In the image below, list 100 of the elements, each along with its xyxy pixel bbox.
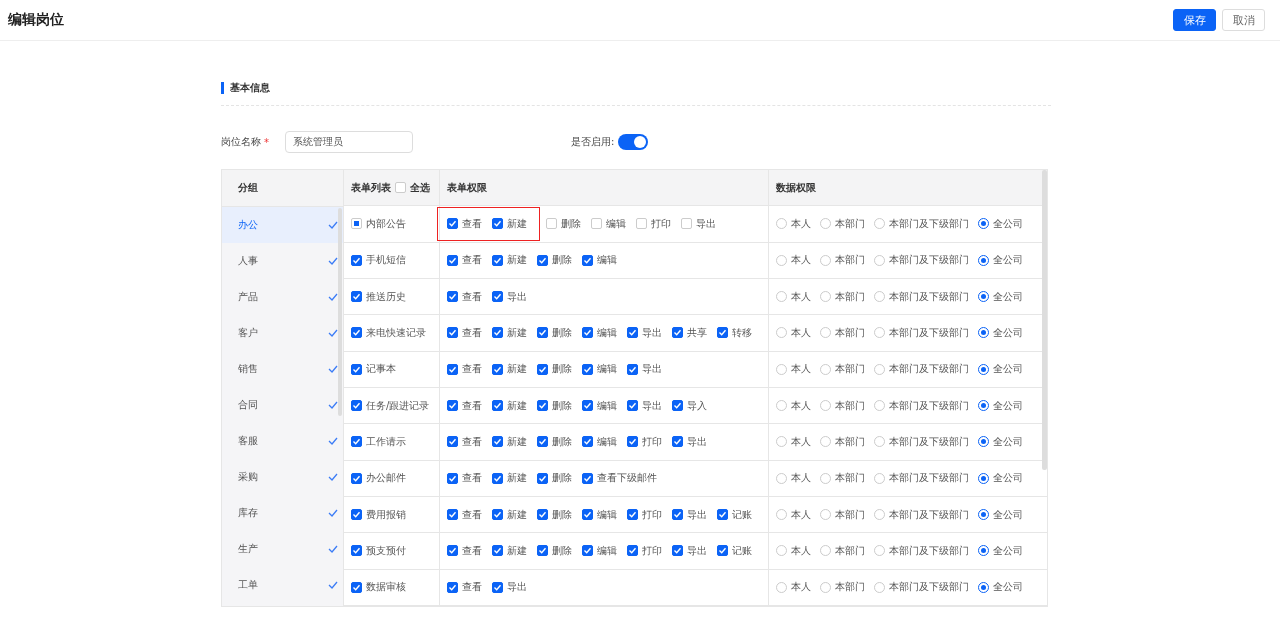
checkbox-label: 导出: [687, 507, 707, 522]
checkbox[interactable]: [537, 327, 548, 339]
checkbox[interactable]: [627, 363, 638, 375]
checkbox[interactable]: [351, 472, 362, 484]
checkbox[interactable]: [492, 291, 503, 303]
checkbox[interactable]: [447, 254, 458, 266]
checkbox[interactable]: [627, 545, 638, 557]
checkbox[interactable]: [351, 400, 362, 412]
checkbox[interactable]: [351, 327, 362, 339]
checkbox-label: 导出: [696, 217, 716, 231]
checkbox[interactable]: [672, 436, 683, 448]
checkbox-label: 删除: [552, 507, 572, 522]
checkbox[interactable]: [351, 509, 362, 521]
checkbox[interactable]: [537, 472, 548, 484]
checkbox[interactable]: [537, 509, 548, 521]
checkbox[interactable]: [447, 545, 458, 557]
checkbox[interactable]: [447, 509, 458, 521]
checkbox-label: 编辑: [597, 325, 617, 340]
checkbox[interactable]: [492, 581, 503, 593]
radio-label: 本部门及下级部门: [889, 325, 969, 340]
checkbox[interactable]: [492, 254, 503, 266]
checkbox[interactable]: [627, 327, 638, 339]
checkbox[interactable]: [447, 400, 458, 412]
checkbox[interactable]: [582, 436, 593, 448]
checkbox[interactable]: [492, 363, 503, 375]
required-mark: *: [264, 136, 269, 148]
checkbox-label: 导出: [642, 398, 662, 413]
radio-label: 本人: [791, 398, 811, 413]
checkbox[interactable]: [447, 581, 458, 593]
checkbox[interactable]: [492, 327, 503, 339]
group-item[interactable]: 采购: [222, 459, 343, 495]
radio-label: 本部门及下级部门: [889, 253, 969, 268]
group-item[interactable]: 产品: [222, 279, 343, 315]
checkbox[interactable]: [447, 363, 458, 375]
checkbox[interactable]: [537, 254, 548, 266]
checkbox[interactable]: [537, 545, 548, 557]
radio-label: 本部门: [835, 507, 865, 522]
radio-label: 本部门及下级部门: [889, 543, 969, 558]
checkbox[interactable]: [582, 545, 593, 557]
checkbox-label: 打印: [642, 434, 662, 449]
checkbox[interactable]: [492, 472, 503, 484]
checkbox[interactable]: [582, 327, 593, 339]
group-item[interactable]: 工单: [222, 567, 343, 603]
group-item[interactable]: 客户: [222, 315, 343, 351]
group-item[interactable]: 库存: [222, 495, 343, 531]
enable-toggle[interactable]: [618, 134, 649, 150]
group-item[interactable]: 办公: [222, 207, 343, 243]
checkbox[interactable]: [672, 509, 683, 521]
cancel-button[interactable]: 取消: [1222, 9, 1265, 31]
checkbox[interactable]: [582, 472, 593, 484]
checkbox-label: 转移: [732, 325, 752, 340]
checkbox[interactable]: [447, 218, 458, 230]
checkbox[interactable]: [447, 327, 458, 339]
checkbox[interactable]: [582, 400, 593, 412]
checkbox[interactable]: [351, 363, 362, 375]
checkbox-label: 删除: [552, 471, 572, 486]
checkbox[interactable]: [447, 472, 458, 484]
position-name-field[interactable]: 系统管理员: [285, 131, 413, 153]
checkbox[interactable]: [351, 254, 362, 266]
checkbox[interactable]: [582, 363, 593, 375]
radio-label: 本人: [791, 362, 811, 377]
checkbox[interactable]: [627, 509, 638, 521]
group-item[interactable]: 销售: [222, 351, 343, 387]
checkbox-label: 新建: [507, 362, 527, 377]
group-item[interactable]: 合同: [222, 387, 343, 423]
checkbox[interactable]: [717, 327, 728, 339]
checkbox[interactable]: [492, 545, 503, 557]
checkbox[interactable]: [627, 436, 638, 448]
group-item[interactable]: 人事: [222, 243, 343, 279]
checkbox[interactable]: [717, 509, 728, 521]
checkbox-label: 编辑: [597, 507, 617, 522]
checkbox[interactable]: [351, 291, 362, 303]
checkbox[interactable]: [447, 291, 458, 303]
checkbox-label: 查看: [462, 543, 482, 558]
checkbox[interactable]: [447, 436, 458, 448]
checkbox[interactable]: [582, 509, 593, 521]
checkbox[interactable]: [537, 436, 548, 448]
checkbox[interactable]: [492, 509, 503, 521]
checkbox[interactable]: [672, 545, 683, 557]
checkbox[interactable]: [351, 581, 362, 593]
checkbox[interactable]: [672, 327, 683, 339]
checkbox[interactable]: [492, 218, 503, 230]
checkbox[interactable]: [717, 545, 728, 557]
checkbox[interactable]: [351, 436, 362, 448]
radio-label: 本人: [791, 543, 811, 558]
checkbox-label: 导出: [507, 580, 527, 595]
checkbox[interactable]: [492, 400, 503, 412]
checkbox[interactable]: [492, 436, 503, 448]
group-item[interactable]: 客服: [222, 423, 343, 459]
checkbox[interactable]: [537, 400, 548, 412]
checkbox-label: 全选: [410, 180, 430, 195]
checkbox[interactable]: [672, 400, 683, 412]
checkbox[interactable]: [627, 400, 638, 412]
radio-label: 全公司: [993, 398, 1023, 413]
form-name: 任务/跟进记录: [366, 398, 430, 413]
checkbox[interactable]: [582, 254, 593, 266]
save-button[interactable]: 保存: [1173, 9, 1216, 31]
checkbox[interactable]: [537, 363, 548, 375]
checkbox[interactable]: [351, 545, 362, 557]
group-item[interactable]: 生产: [222, 531, 343, 567]
